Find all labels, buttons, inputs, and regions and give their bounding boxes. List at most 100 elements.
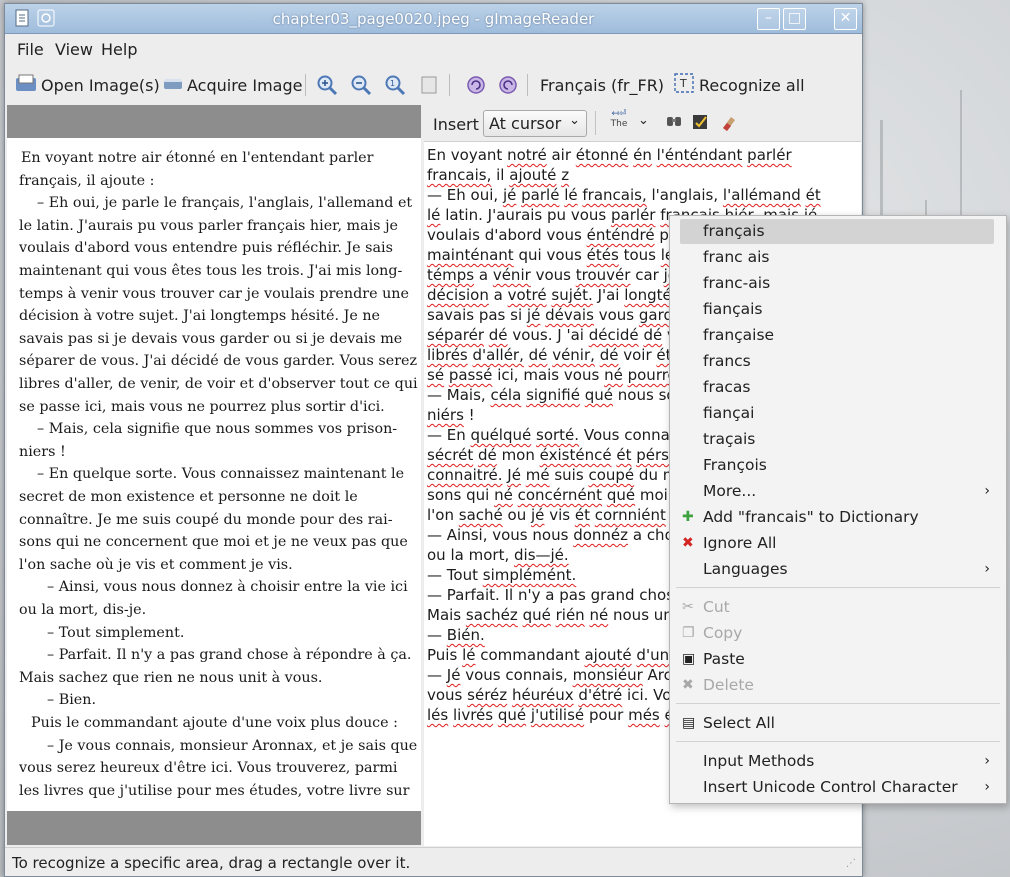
misspelled-word[interactable]: éxisténcé	[540, 446, 612, 464]
misspelled-word[interactable]: Bién.	[447, 626, 485, 644]
misspelled-word[interactable]: l'allémand	[723, 186, 801, 204]
misspelled-word[interactable]: séparér	[427, 326, 484, 344]
suggestion-item[interactable]: fiançai	[680, 401, 994, 426]
misspelled-word[interactable]: livrés	[453, 706, 493, 724]
zoom-original-icon[interactable]: 1	[384, 71, 406, 99]
paste-item[interactable]: ▣ Paste	[680, 647, 994, 672]
misspelled-word[interactable]: dé	[489, 326, 508, 344]
misspelled-word[interactable]: parlé	[521, 186, 559, 204]
suggestion-item[interactable]: francs	[680, 349, 994, 374]
rotate-left-icon[interactable]	[465, 71, 487, 99]
input-methods-item[interactable]: Input Methods ›	[680, 749, 994, 774]
suggestion-item[interactable]: fiançais	[680, 297, 994, 322]
rotate-right-icon[interactable]	[497, 71, 519, 99]
misspelled-word[interactable]: qué	[498, 706, 526, 724]
menu-view[interactable]: View	[55, 40, 93, 59]
misspelled-word[interactable]: jé	[531, 506, 544, 524]
misspelled-word[interactable]: d'étré	[578, 686, 622, 704]
misspelled-word[interactable]: librés	[427, 346, 468, 364]
copy-item[interactable]: ❐ Copy	[680, 621, 994, 646]
misspelled-word[interactable]: jé	[503, 186, 516, 204]
misspelled-word[interactable]: mainténant	[427, 246, 514, 264]
misspelled-word[interactable]: notré	[507, 146, 547, 164]
acquire-image-button[interactable]: Acquire Image	[163, 71, 302, 99]
suggestion-item[interactable]: fracas	[680, 375, 994, 400]
language-selector[interactable]: Français (fr_FR)	[540, 71, 664, 99]
misspelled-word[interactable]: niérs	[427, 406, 464, 424]
misspelled-word[interactable]: cornniént	[595, 506, 666, 524]
misspelled-word[interactable]: ét	[575, 506, 590, 524]
misspelled-word[interactable]: d'allér,	[473, 346, 524, 364]
misspelled-word[interactable]: décision	[427, 286, 489, 304]
misspelled-word[interactable]: né	[604, 366, 623, 384]
minimize-button[interactable]: –	[757, 8, 780, 30]
misspelled-word[interactable]: francais,	[427, 166, 491, 184]
misspelled-word[interactable]: passé	[449, 366, 493, 384]
misspelled-word[interactable]: sécrét	[427, 446, 473, 464]
misspelled-word[interactable]: rién	[556, 606, 585, 624]
misspelled-word[interactable]: ét	[806, 186, 821, 204]
misspelled-word[interactable]: sachéz	[466, 606, 518, 624]
zoom-in-icon[interactable]	[316, 71, 338, 99]
open-images-button[interactable]: Open Image(s)	[15, 71, 160, 99]
misspelled-word[interactable]: qué	[523, 606, 551, 624]
misspelled-word[interactable]: signifié	[526, 386, 580, 404]
maximize-button[interactable]: □	[783, 8, 806, 30]
misspelled-word[interactable]: concérnént	[518, 486, 602, 504]
misspelled-word[interactable]: vénir,	[552, 346, 595, 364]
misspelled-word[interactable]: z	[561, 166, 569, 184]
misspelled-word[interactable]: énténdré	[587, 226, 655, 244]
misspelled-word[interactable]: connaitré.	[427, 466, 503, 484]
chevron-down-icon[interactable]: ⌄	[638, 113, 649, 128]
find-replace-icon[interactable]	[665, 113, 683, 135]
suggestion-item[interactable]: français	[680, 219, 994, 244]
misspelled-word[interactable]: quélqué	[471, 426, 532, 444]
misspelled-word[interactable]: sujét.	[551, 286, 592, 304]
menu-file[interactable]: File	[17, 40, 44, 59]
strip-linebreaks-icon[interactable]: ↤⏎ The	[607, 109, 631, 135]
zoom-fit-icon[interactable]	[419, 71, 439, 99]
misspelled-word[interactable]: séréz	[467, 686, 507, 704]
misspelled-word[interactable]: né	[589, 606, 608, 624]
misspelled-word[interactable]: lé	[462, 646, 475, 664]
title-bar[interactable]: chapter03_page0020.jpeg - gImageReader –…	[5, 4, 862, 34]
misspelled-word[interactable]: coupé	[588, 466, 634, 484]
misspelled-word[interactable]: lé	[564, 186, 577, 204]
misspelled-word[interactable]: saché	[459, 506, 503, 524]
zoom-out-icon[interactable]	[350, 71, 372, 99]
misspelled-word[interactable]: parlér	[747, 146, 791, 164]
misspelled-word[interactable]: étonné	[576, 146, 629, 164]
misspelled-word[interactable]: jé	[527, 306, 540, 324]
misspelled-word[interactable]: donnéz	[573, 526, 628, 544]
misspelled-word[interactable]: én	[633, 146, 652, 164]
image-canvas[interactable]: En voyant notre air étonné en l'entendan…	[7, 105, 421, 845]
recognize-all-button[interactable]: T Recognize all	[673, 71, 805, 99]
delete-item[interactable]: ✖ Delete	[680, 673, 994, 698]
add-to-dictionary-item[interactable]: ✚ Add "francais" to Dictionary	[680, 505, 994, 530]
misspelled-word[interactable]: qué	[607, 486, 635, 504]
misspelled-word[interactable]: més	[628, 706, 660, 724]
languages-item[interactable]: Languages ›	[680, 557, 994, 582]
close-button[interactable]: ✕	[834, 8, 857, 30]
misspelled-word[interactable]: ajouté	[509, 166, 556, 184]
misspelled-word[interactable]: dé	[529, 346, 548, 364]
cut-item[interactable]: ✂ Cut	[680, 595, 994, 620]
misspelled-word[interactable]: dis—jé.	[514, 546, 569, 564]
misspelled-word[interactable]: dé	[600, 346, 619, 364]
misspelled-word[interactable]: étés	[587, 246, 619, 264]
suggestion-item[interactable]: franc-ais	[680, 271, 994, 296]
misspelled-word[interactable]: sé	[427, 366, 444, 384]
suggestion-item[interactable]: franc ais	[680, 245, 994, 270]
misspelled-word[interactable]: vénir	[493, 266, 531, 284]
misspelled-word[interactable]: Jé	[447, 666, 461, 684]
misspelled-word[interactable]: dé	[478, 446, 497, 464]
scanned-page[interactable]: En voyant notre air étonné en l'entendan…	[7, 138, 421, 811]
suggestion-item[interactable]: traçais	[680, 427, 994, 452]
misspelled-word[interactable]: dévais	[545, 306, 594, 324]
misspelled-word[interactable]: céla	[490, 386, 521, 404]
misspelled-word[interactable]: votré	[508, 286, 547, 304]
misspelled-word[interactable]: mé	[526, 466, 550, 484]
misspelled-word[interactable]: dé	[643, 326, 662, 344]
misspelled-word[interactable]: trouvér	[576, 266, 631, 284]
insert-mode-combo[interactable]: At cursor ⌄	[483, 110, 587, 137]
